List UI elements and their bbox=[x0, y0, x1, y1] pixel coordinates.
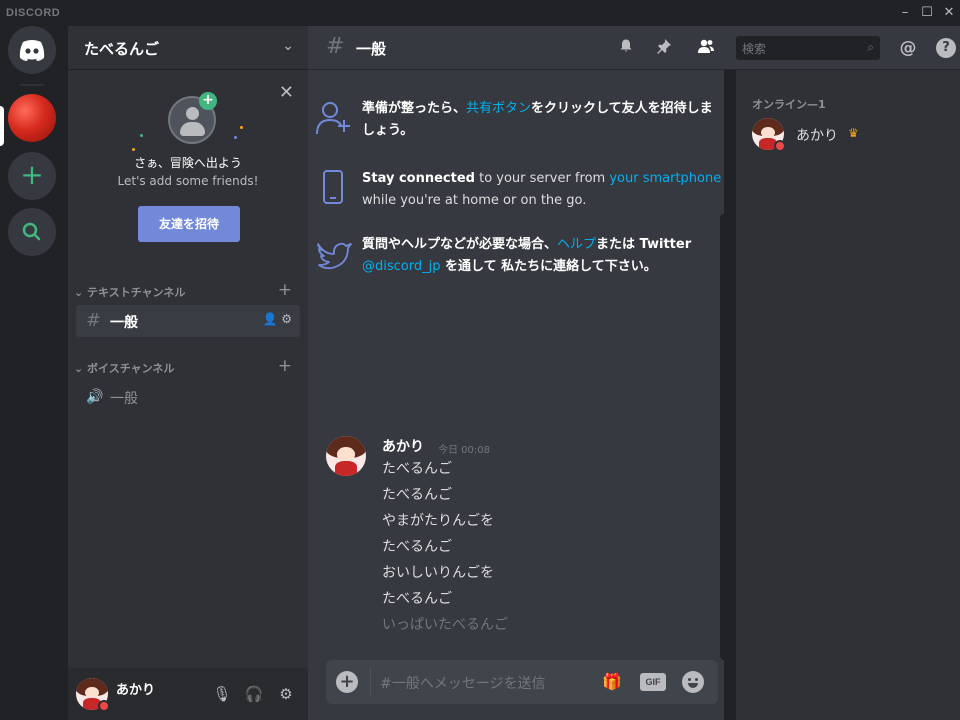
upload-plus-button[interactable]: + bbox=[336, 671, 358, 693]
message-line: たべるんご bbox=[382, 591, 452, 607]
gear-icon[interactable]: ⚙ bbox=[276, 684, 296, 704]
message-timestamp: 今日 00:08 bbox=[438, 445, 490, 456]
message-author[interactable]: あかり bbox=[382, 436, 424, 456]
hash-icon: # bbox=[86, 310, 102, 331]
invite-title: さぁ、冒険へ出よう bbox=[134, 156, 242, 170]
guild-name: たべるんご bbox=[84, 40, 160, 58]
channel-settings-icon[interactable]: 👤 ⚙ bbox=[262, 312, 292, 326]
sparkle-decoration bbox=[240, 126, 243, 129]
channel-title: 一般 bbox=[356, 40, 387, 58]
crown-icon: ♛ bbox=[848, 126, 859, 140]
search-input[interactable]: 検索 ⌕ bbox=[736, 36, 880, 60]
gift-icon[interactable]: 🎁 bbox=[602, 672, 622, 691]
close-icon[interactable]: ✕ bbox=[279, 82, 294, 103]
username: あかり bbox=[116, 683, 156, 698]
selected-server-indicator bbox=[0, 106, 4, 146]
twitter-icon bbox=[317, 242, 352, 270]
invite-friends-button[interactable]: 友達を招待 bbox=[138, 206, 240, 242]
speaker-icon: 🔊 bbox=[86, 389, 104, 405]
message-input[interactable]: #一般へメッセージを送信 bbox=[380, 673, 545, 693]
members-list-icon[interactable] bbox=[696, 38, 716, 58]
help-icon[interactable]: ? bbox=[936, 38, 956, 58]
dnd-status-icon bbox=[98, 700, 110, 712]
app-brand: DISCORD bbox=[6, 7, 61, 19]
message-line: おいしいりんごを bbox=[382, 565, 494, 581]
invite-card: ✕ + さぁ、冒険へ出よう Let's add some friends! 友達… bbox=[68, 74, 308, 254]
avatar[interactable] bbox=[326, 436, 366, 476]
message-line-pending: いっぱいたべるんご bbox=[382, 617, 508, 633]
sparkle-decoration bbox=[132, 148, 135, 151]
search-placeholder: 検索 bbox=[742, 42, 767, 56]
add-friend-icon bbox=[316, 102, 350, 135]
home-button[interactable] bbox=[8, 26, 56, 74]
chevron-down-icon[interactable]: ⌄ bbox=[282, 38, 294, 54]
member-category-online: オンライン—1 bbox=[752, 98, 826, 111]
message-line: たべるんご bbox=[382, 487, 452, 503]
tip-invite-text: 準備が整ったら、共有ボタンをクリックして友人を招待しましょう。 bbox=[362, 101, 713, 138]
composer-divider bbox=[370, 668, 371, 696]
smartphone-link[interactable]: your smartphone bbox=[609, 171, 721, 186]
channel-voice-general[interactable]: 🔊 一般 bbox=[76, 381, 300, 413]
plus-icon: + bbox=[199, 92, 217, 110]
channel-text-general[interactable]: # 一般 👤 ⚙ bbox=[76, 305, 300, 337]
search-icon: ⌕ bbox=[867, 40, 874, 54]
user-panel: あかり 🎙 🎧 ⚙ bbox=[68, 668, 308, 720]
message-line: やまがたりんごを bbox=[382, 513, 494, 529]
discord-logo-icon bbox=[19, 40, 45, 61]
channel-name: 一般 bbox=[110, 315, 138, 331]
emoji-icon[interactable] bbox=[682, 671, 704, 693]
headset-icon[interactable]: 🎧 bbox=[244, 684, 264, 704]
help-link[interactable]: ヘルプ bbox=[557, 237, 596, 252]
search-icon bbox=[22, 222, 41, 241]
pin-icon[interactable] bbox=[654, 38, 674, 58]
chat-header: # 一般 検索 ⌕ @ ? bbox=[308, 26, 960, 70]
close-window-button[interactable]: ✕ bbox=[940, 4, 958, 22]
member-list: オンライン—1 あかり ♛ bbox=[736, 70, 960, 720]
channel-sidebar: たべるんご ⌄ ✕ + さぁ、冒険へ出よう Let's add some fri… bbox=[68, 26, 308, 720]
title-bar: DISCORD – ☐ ✕ bbox=[0, 0, 960, 26]
add-voice-channel-button[interactable]: + bbox=[278, 356, 292, 376]
add-server-button[interactable]: + bbox=[8, 152, 56, 200]
tip-mobile-text: Stay connected to your server from your … bbox=[362, 171, 722, 208]
invite-subtitle: Let's add some friends! bbox=[117, 174, 259, 188]
message-composer[interactable]: + #一般へメッセージを送信 🎁 GIF bbox=[326, 660, 718, 704]
guild-header[interactable]: たべるんご ⌄ bbox=[68, 26, 308, 70]
server-apple-icon[interactable] bbox=[8, 94, 56, 142]
category-text-channels[interactable]: ⌄ テキストチャンネル bbox=[74, 284, 185, 300]
channel-name: 一般 bbox=[110, 391, 138, 407]
twitter-handle-link[interactable]: @discord_jp bbox=[362, 259, 440, 274]
tip-help-text: 質問やヘルプなどが必要な場合、ヘルプまたは Twitter @discord_j… bbox=[362, 237, 692, 274]
share-button-link[interactable]: 共有ボタン bbox=[466, 101, 531, 116]
mention-icon[interactable]: @ bbox=[898, 38, 918, 58]
rail-divider bbox=[20, 84, 44, 86]
microphone-icon[interactable]: 🎙 bbox=[212, 684, 232, 704]
message-scrollbar[interactable] bbox=[720, 214, 728, 660]
sparkle-decoration bbox=[234, 136, 237, 139]
dnd-status-icon bbox=[774, 140, 786, 152]
smartphone-icon bbox=[323, 170, 343, 204]
add-text-channel-button[interactable]: + bbox=[278, 280, 292, 300]
message-area: 準備が整ったら、共有ボタンをクリックして友人を招待しましょう。 Stay con… bbox=[308, 70, 724, 720]
member-name[interactable]: あかり bbox=[796, 125, 838, 145]
message-line: たべるんご bbox=[382, 539, 452, 555]
sparkle-decoration bbox=[140, 134, 143, 137]
server-rail: + bbox=[0, 26, 58, 720]
hash-icon: # bbox=[326, 34, 345, 59]
message-line: たべるんご bbox=[382, 461, 452, 477]
explore-servers-button[interactable] bbox=[8, 208, 56, 256]
maximize-button[interactable]: ☐ bbox=[918, 4, 936, 22]
gif-button[interactable]: GIF bbox=[640, 673, 666, 691]
bell-icon[interactable] bbox=[616, 38, 636, 58]
category-voice-channels[interactable]: ⌄ ボイスチャンネル bbox=[74, 360, 174, 376]
minimize-button[interactable]: – bbox=[896, 4, 914, 22]
